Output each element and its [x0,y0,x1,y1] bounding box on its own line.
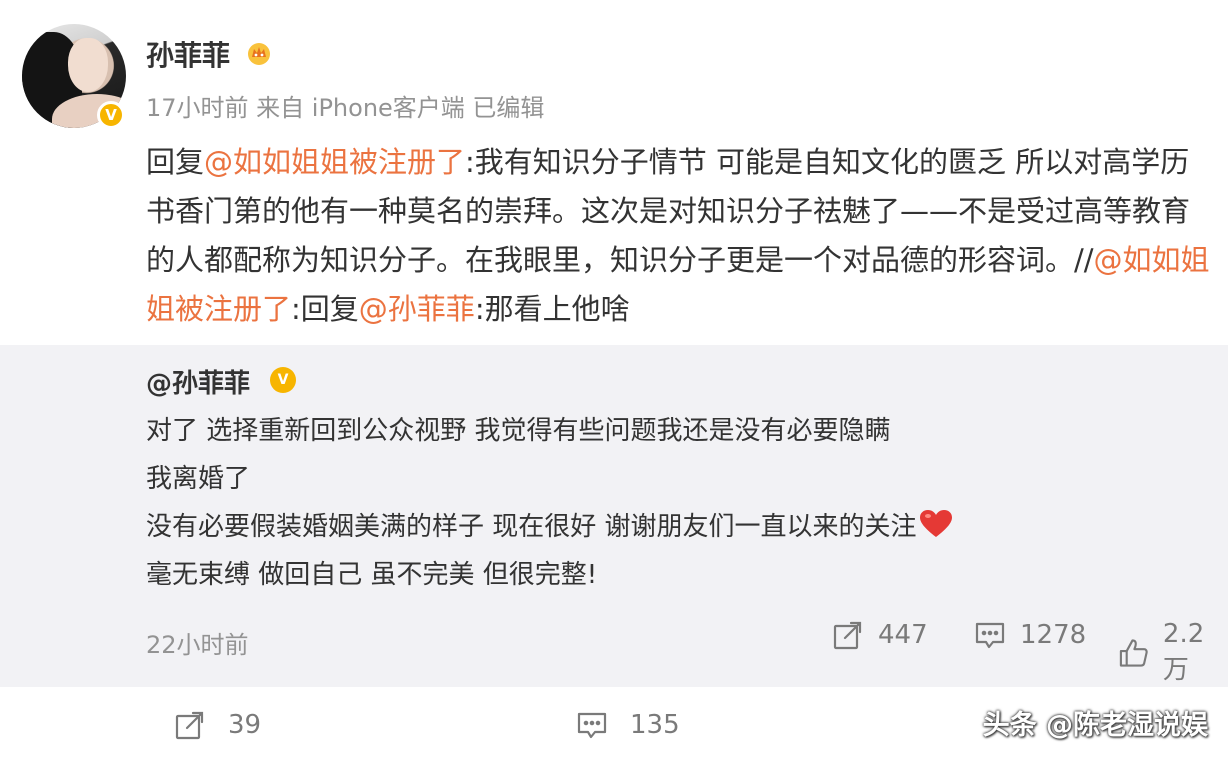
comment-icon [577,712,607,739]
repost-comment-button[interactable]: 1278 [974,619,1086,651]
share-count: 447 [878,620,928,650]
comment-count: 135 [630,710,680,740]
weibo-post: V 孙菲菲 17小时前 来自 iPhone客户端 已编辑 回复@如如姐姐被注册了… [0,0,1228,345]
share-button[interactable]: 39 [174,709,261,741]
like-count: 2.2万 [1162,619,1205,685]
repost-line: 我离婚了 [146,464,251,494]
post-footer: 39 135 头条 @陈老湿说娱 [0,687,1228,758]
content-text: :回复 [291,292,359,326]
post-content: 回复@如如姐姐被注册了:我有知识分子情节 可能是自知文化的匮乏 所以对高学历书香… [146,138,1216,334]
like-icon [1119,638,1148,667]
mention-link[interactable]: @孙菲菲 [359,292,475,326]
post-username[interactable]: 孙菲菲 [146,34,230,74]
reply-prefix: 回复 [146,145,205,179]
repost-username[interactable]: @孙菲菲 [146,363,250,400]
avatar-face [68,38,108,92]
repost-line-with-heart: 没有必要假装婚姻美满的样子 现在很好 谢谢朋友们一直以来的关注 [146,503,1206,551]
share-count: 39 [228,710,262,740]
post-meta: 17小时前 来自 iPhone客户端 已编辑 [146,94,545,122]
share-icon [833,621,862,650]
comment-count: 1278 [1020,620,1087,650]
watermark: 头条 @陈老湿说娱 [982,710,1208,741]
repost-like-button[interactable]: 2.2万 [1118,619,1228,686]
repost-line: 对了 选择重新回到公众视野 我觉得有些问题我还是没有必要隐瞒 [146,416,891,446]
reposted-weibo[interactable]: @孙菲菲 V 对了 选择重新回到公众视野 我觉得有些问题我还是没有必要隐瞒 我离… [0,345,1228,687]
crown-icon [248,43,270,65]
heart-icon [919,510,952,537]
share-icon [175,711,204,740]
repost-line: 没有必要假装婚姻美满的样子 现在很好 谢谢朋友们一直以来的关注 [146,512,917,542]
repost-line: 毫无束缚 做回自己 虽不完美 但很完整! [146,560,598,590]
verified-badge-icon: V [270,367,296,393]
verified-badge-icon: V [97,101,125,129]
mention-link[interactable]: @如如姐姐被注册了 [204,145,465,179]
repost-share-button[interactable]: 447 [832,619,928,651]
repost-time: 22小时前 [146,631,249,659]
content-text: :那看上他啥 [474,292,630,326]
comment-button[interactable]: 135 [576,709,680,741]
comment-icon [975,622,1005,649]
repost-content: 对了 选择重新回到公众视野 我觉得有些问题我还是没有必要隐瞒 我离婚了 没有必要… [146,407,1206,599]
